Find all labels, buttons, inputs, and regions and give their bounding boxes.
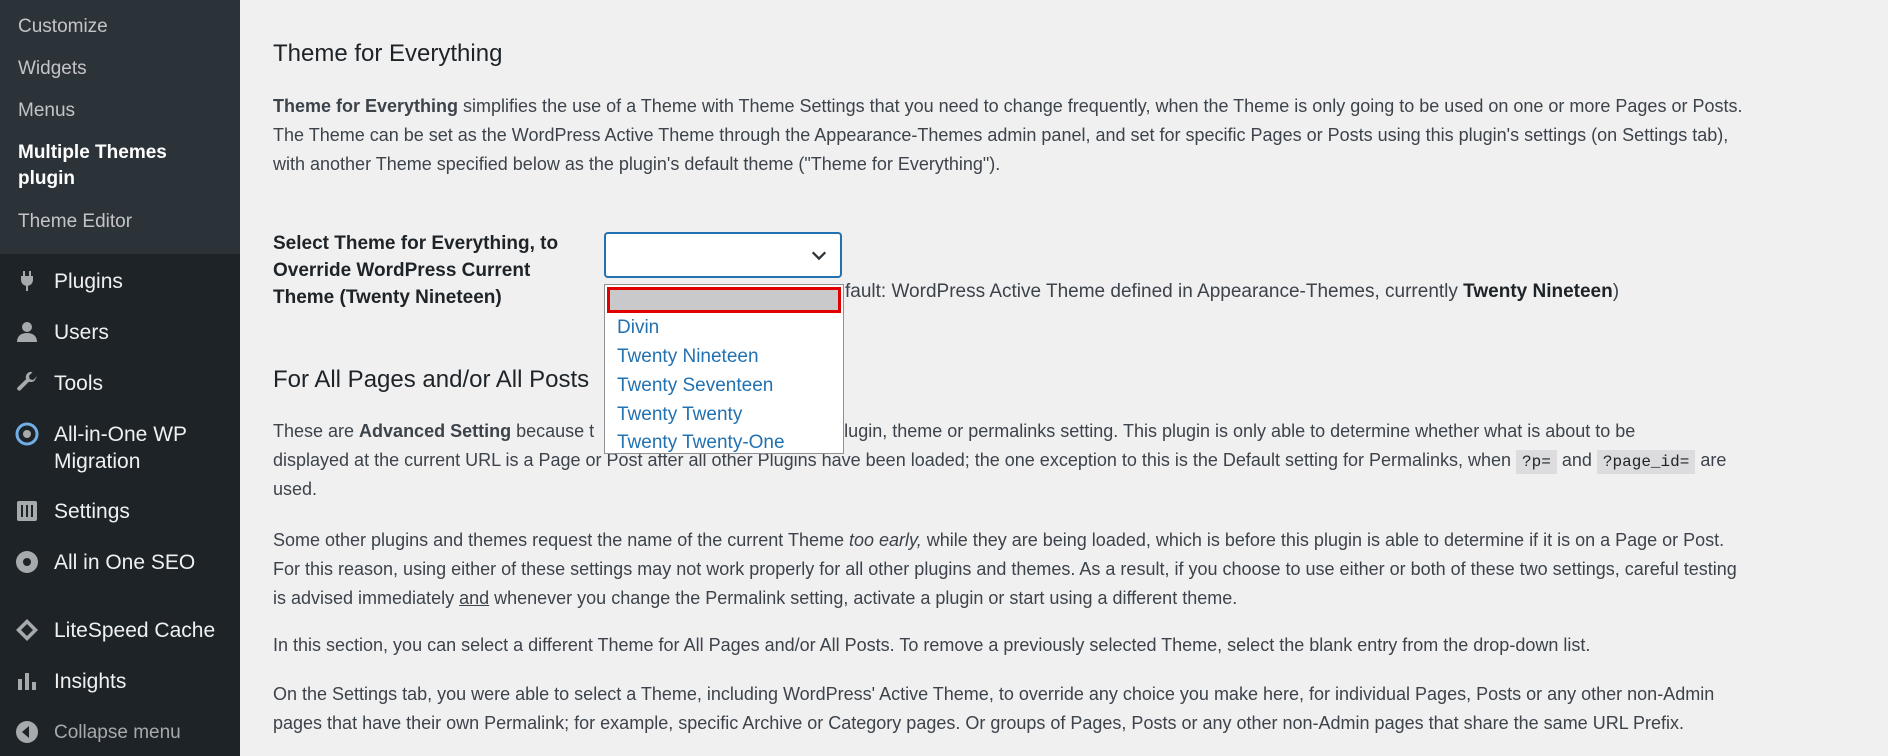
submenu-widgets[interactable]: Widgets <box>18 56 87 82</box>
p1-line2: displayed at the current URL is a Page o… <box>273 450 1517 470</box>
users-icon <box>14 319 40 345</box>
settings-para-line-2: pages that have their own Permalink; for… <box>273 713 1685 733</box>
code-p-param: ?p= <box>1516 450 1557 474</box>
insights-icon <box>14 668 40 694</box>
intro-text-1: simplifies the use of a Theme with Theme… <box>458 96 1743 116</box>
migration-icon <box>14 421 40 447</box>
p1-a: These are <box>273 421 360 441</box>
intro-line-2: The Theme can be set as the WordPress Ac… <box>273 125 1729 145</box>
option-twenty-seventeen[interactable]: Twenty Seventeen <box>605 371 843 400</box>
submenu-menus[interactable]: Menus <box>18 98 75 124</box>
section-title-theme-for-everything: Theme for Everything <box>273 40 503 67</box>
early-para-line-2: For this reason, using either of these s… <box>273 559 1737 579</box>
collapse-icon <box>14 719 40 745</box>
seo-icon <box>14 549 40 575</box>
menu-litespeed-cache[interactable]: LiteSpeed Cache <box>14 617 215 644</box>
menu-tools-label: Tools <box>54 372 104 395</box>
intro-line-3: with another Theme specified below as th… <box>273 154 1001 174</box>
option-blank[interactable] <box>607 287 841 313</box>
early-para-line-3: is advised immediately and whenever you … <box>273 584 1863 613</box>
menu-plugins[interactable]: Plugins <box>14 268 123 295</box>
p2-a: Some other plugins and themes request th… <box>273 530 849 550</box>
theme-select-label: Select Theme for Everything, to Override… <box>273 233 559 308</box>
menu-all-in-one-migration-label: All-in-One WP Migration <box>54 423 187 473</box>
litespeed-icon <box>14 617 40 643</box>
menu-all-in-one-migration[interactable]: All-in-One WP Migration <box>14 421 224 475</box>
select-description: fault: WordPress Active Theme defined in… <box>845 278 1619 305</box>
chevron-down-icon <box>811 251 827 261</box>
menu-litespeed-cache-label: LiteSpeed Cache <box>54 619 216 642</box>
admin-sidebar: Customize Widgets Menus Multiple Themes … <box>0 0 240 756</box>
collapse-menu-button[interactable]: Collapse menu <box>14 719 181 746</box>
submenu-customize[interactable]: Customize <box>18 14 108 40</box>
submenu-multiple-themes[interactable]: Multiple Themes plugin <box>18 140 218 192</box>
menu-all-in-one-seo-label: All in One SEO <box>54 551 196 574</box>
advanced-para-line-1: These are Advanced Setting because t y ot… <box>273 417 1863 446</box>
desc-text: fault: WordPress Active Theme defined in… <box>845 281 1464 302</box>
desc-current-theme: Twenty Nineteen <box>1463 281 1613 302</box>
p1-are: are <box>1695 450 1727 470</box>
p1-bold: Advanced Setting <box>359 421 512 441</box>
advanced-para-line-3: used. <box>273 479 318 499</box>
code-page-id-param: ?page_id= <box>1596 450 1696 474</box>
menu-users-label: Users <box>54 321 109 344</box>
p2-b: while they are being loaded, which is be… <box>921 530 1725 550</box>
p2-em: too early, <box>849 530 922 550</box>
settings-icon <box>14 498 40 524</box>
theme-dropdown-list: Divin Twenty Nineteen Twenty Seventeen T… <box>604 284 844 454</box>
desc-close: ) <box>1612 281 1620 302</box>
settings-para-line-1: On the Settings tab, you were able to se… <box>273 684 1715 704</box>
p1-c: y other plugin, theme or permalinks sett… <box>774 421 1636 441</box>
menu-users[interactable]: Users <box>14 319 109 346</box>
collapse-menu-label: Collapse menu <box>54 722 181 743</box>
menu-plugins-label: Plugins <box>54 270 123 293</box>
menu-all-in-one-seo[interactable]: All in One SEO <box>14 549 195 576</box>
menu-settings[interactable]: Settings <box>14 498 130 525</box>
intro-line-1: Theme for Everything simplifies the use … <box>273 92 1863 121</box>
tools-icon <box>14 370 40 396</box>
p1-and: and <box>1556 450 1597 470</box>
intro-bold: Theme for Everything <box>273 96 459 116</box>
menu-settings-label: Settings <box>54 500 130 523</box>
appearance-submenu: Customize Widgets Menus Multiple Themes … <box>0 0 240 254</box>
menu-tools[interactable]: Tools <box>14 370 103 397</box>
p1-b: because t <box>511 421 595 441</box>
advanced-para-line-2: displayed at the current URL is a Page o… <box>273 446 1863 477</box>
theme-for-everything-select[interactable] <box>604 232 842 278</box>
menu-insights[interactable]: Insights <box>14 668 126 695</box>
menu-insights-label: Insights <box>54 670 127 693</box>
option-twenty-nineteen[interactable]: Twenty Nineteen <box>605 342 843 371</box>
p2-line3-a: is advised immediately <box>273 588 460 608</box>
section-title-all-pages-posts: For All Pages and/or All Posts <box>273 366 590 393</box>
option-twenty-twenty[interactable]: Twenty Twenty <box>605 400 843 429</box>
submenu-theme-editor[interactable]: Theme Editor <box>18 209 132 235</box>
section-para-3: In this section, you can select a differ… <box>273 635 1591 655</box>
option-divin[interactable]: Divin <box>605 313 843 342</box>
p2-underline: and <box>459 588 490 608</box>
option-twenty-twenty-one[interactable]: Twenty Twenty-One <box>605 428 843 457</box>
early-para-line-1: Some other plugins and themes request th… <box>273 526 1863 555</box>
p2-line3-b: whenever you change the Permalink settin… <box>489 588 1238 608</box>
plugins-icon <box>14 268 40 294</box>
